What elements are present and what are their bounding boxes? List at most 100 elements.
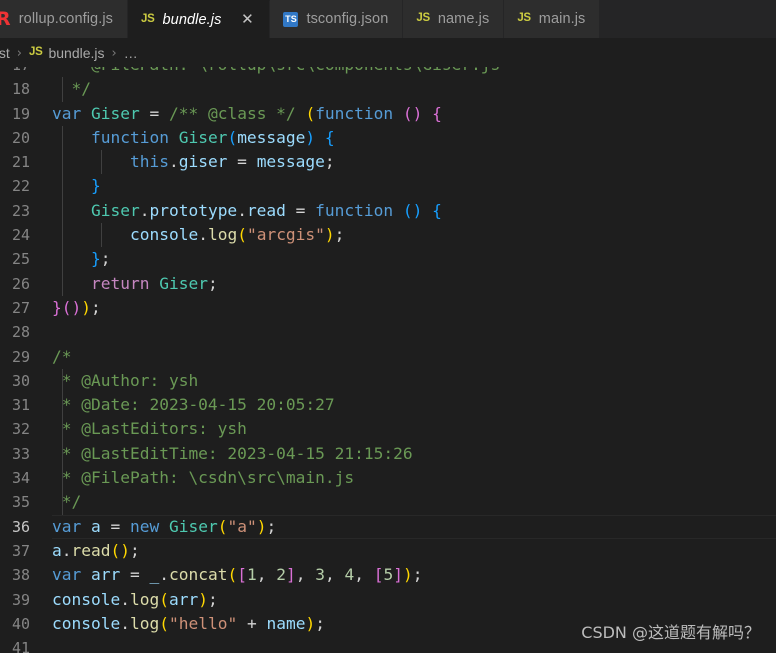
code-token: Giser bbox=[90, 200, 140, 220]
breadcrumb-item-1[interactable]: JS bundle.js bbox=[29, 45, 105, 61]
editor-tab-main-js[interactable]: JS main.js bbox=[504, 0, 601, 38]
code-line[interactable]: 30 * @Author: ysh bbox=[0, 368, 776, 394]
breadcrumb-item-label: … bbox=[123, 45, 139, 61]
code-token: ; bbox=[129, 540, 140, 560]
code-line[interactable]: 38 var arr = _.concat([1, 2], 3, 4, [5]); bbox=[0, 563, 776, 587]
close-icon[interactable]: ✕ bbox=[239, 12, 255, 28]
line-number: 25 bbox=[11, 250, 30, 269]
code-token: } bbox=[90, 176, 101, 196]
editor-tab-label: rollup.config.js bbox=[18, 11, 114, 27]
code-line[interactable]: 34 * @FilePath: \csdn\src\main.js bbox=[0, 466, 776, 491]
code-token: * @FilePath: \csdn\src\main.js bbox=[52, 468, 355, 488]
code-token: ( bbox=[227, 565, 238, 585]
code-token: ) bbox=[324, 225, 335, 245]
code-lines-container: 17 @FilePath: \rollup\src\components\Gis… bbox=[0, 67, 776, 653]
code-token: } bbox=[90, 249, 101, 269]
code-token: function bbox=[315, 103, 394, 123]
code-line[interactable]: 19 var Giser = /** @class */ (function ()… bbox=[0, 102, 776, 126]
code-token: console bbox=[129, 225, 199, 245]
code-token: /* bbox=[52, 346, 72, 366]
code-line[interactable]: 23 Giser.prototype.read = function () { bbox=[0, 198, 776, 224]
code-token: = bbox=[285, 200, 316, 220]
code-line[interactable]: 32 * @LastEditors: ysh bbox=[0, 417, 776, 442]
code-line[interactable]: 29 /* bbox=[0, 345, 776, 369]
code-token: ; bbox=[334, 225, 345, 245]
code-token: ( bbox=[159, 589, 169, 609]
code-line[interactable]: 39 console.log(arr); bbox=[0, 588, 776, 612]
code-line[interactable]: 17 @FilePath: \rollup\src\components\Gis… bbox=[0, 67, 776, 77]
code-token: _ bbox=[149, 565, 160, 585]
code-line[interactable]: 37 a.read(); bbox=[0, 539, 776, 563]
code-token: 4 bbox=[344, 565, 355, 585]
breadcrumb-item-label: bundle.js bbox=[48, 45, 105, 61]
code-token: . bbox=[120, 613, 130, 633]
breadcrumb-separator: › bbox=[111, 45, 117, 61]
code-line[interactable]: 18 */ bbox=[0, 77, 776, 102]
line-number: 37 bbox=[11, 541, 30, 560]
code-token: ( bbox=[159, 613, 169, 633]
indent-guide bbox=[62, 368, 63, 394]
code-token: ( bbox=[402, 200, 413, 220]
line-number: 19 bbox=[11, 104, 30, 123]
line-number: 18 bbox=[11, 80, 30, 99]
breadcrumb-item-0[interactable]: dist bbox=[0, 45, 10, 61]
code-line[interactable]: 33 * @LastEditTime: 2023-04-15 21:15:26 bbox=[0, 441, 776, 467]
code-line[interactable]: 26 return Giser; bbox=[0, 271, 776, 296]
code-line[interactable]: 20 function Giser(message) { bbox=[0, 125, 776, 151]
editor-tab-name-js[interactable]: JS name.js bbox=[403, 0, 505, 38]
code-line[interactable]: 31 * @Date: 2023-04-15 20:05:27 bbox=[0, 393, 776, 418]
code-token: function bbox=[315, 200, 394, 220]
code-token: ( bbox=[305, 103, 316, 123]
code-token: arr bbox=[91, 565, 121, 585]
indent-guide bbox=[62, 125, 63, 151]
editor-tab-label: name.js bbox=[437, 11, 490, 27]
code-line-content: Giser.prototype.read = function () { bbox=[52, 198, 776, 224]
rollup-file-icon: R bbox=[0, 7, 11, 30]
code-token: * @Author: ysh bbox=[52, 370, 199, 390]
code-editor[interactable]: 17 @FilePath: \rollup\src\components\Gis… bbox=[0, 67, 776, 653]
code-line[interactable]: 21 this.giser = message; bbox=[0, 150, 776, 175]
code-line[interactable]: 35 */ bbox=[0, 490, 776, 515]
code-token: ; bbox=[315, 613, 325, 633]
code-token: "a" bbox=[227, 516, 257, 536]
code-line[interactable]: 25 }; bbox=[0, 247, 776, 272]
code-token: = bbox=[100, 516, 130, 536]
editor-tab-rollup-config-js[interactable]: Rrollup.config.js bbox=[0, 0, 129, 38]
code-line-content: */ bbox=[52, 77, 776, 102]
code-line[interactable]: 27}()); bbox=[0, 296, 776, 320]
line-number: 30 bbox=[11, 371, 30, 390]
code-line-content: console.log("hello" + name); bbox=[52, 612, 776, 636]
line-number: 33 bbox=[11, 444, 30, 463]
code-line-content: this.giser = message; bbox=[52, 150, 776, 175]
code-token: + bbox=[237, 613, 267, 633]
code-line[interactable]: 24 console.log("arcgis"); bbox=[0, 223, 776, 248]
code-token: concat bbox=[169, 565, 228, 585]
breadcrumb-item-2[interactable]: … bbox=[124, 45, 139, 61]
code-token: ( bbox=[237, 225, 247, 245]
code-line[interactable]: 41 bbox=[0, 636, 776, 653]
indent-guide bbox=[62, 441, 63, 467]
editor-tab-bundle-js[interactable]: JS bundle.js ✕ bbox=[128, 0, 271, 38]
code-token: return bbox=[90, 273, 150, 293]
code-token: { bbox=[324, 127, 335, 147]
code-line[interactable]: 40 console.log("hello" + name); bbox=[0, 612, 776, 636]
code-token: var bbox=[52, 103, 82, 123]
code-line[interactable]: 22 } bbox=[0, 174, 776, 199]
code-token: ( bbox=[61, 297, 72, 317]
code-token: 1 bbox=[246, 565, 257, 585]
code-line[interactable]: 36 var a = new Giser("a"); bbox=[0, 514, 776, 540]
editor-tab-tsconfig-json[interactable]: TS tsconfig.json bbox=[270, 0, 404, 38]
code-line[interactable]: 28 bbox=[0, 320, 776, 344]
code-line-content: function Giser(message) { bbox=[52, 125, 776, 151]
code-token: name bbox=[266, 613, 306, 633]
code-token: [ bbox=[237, 565, 247, 585]
code-token: */ bbox=[52, 492, 82, 512]
